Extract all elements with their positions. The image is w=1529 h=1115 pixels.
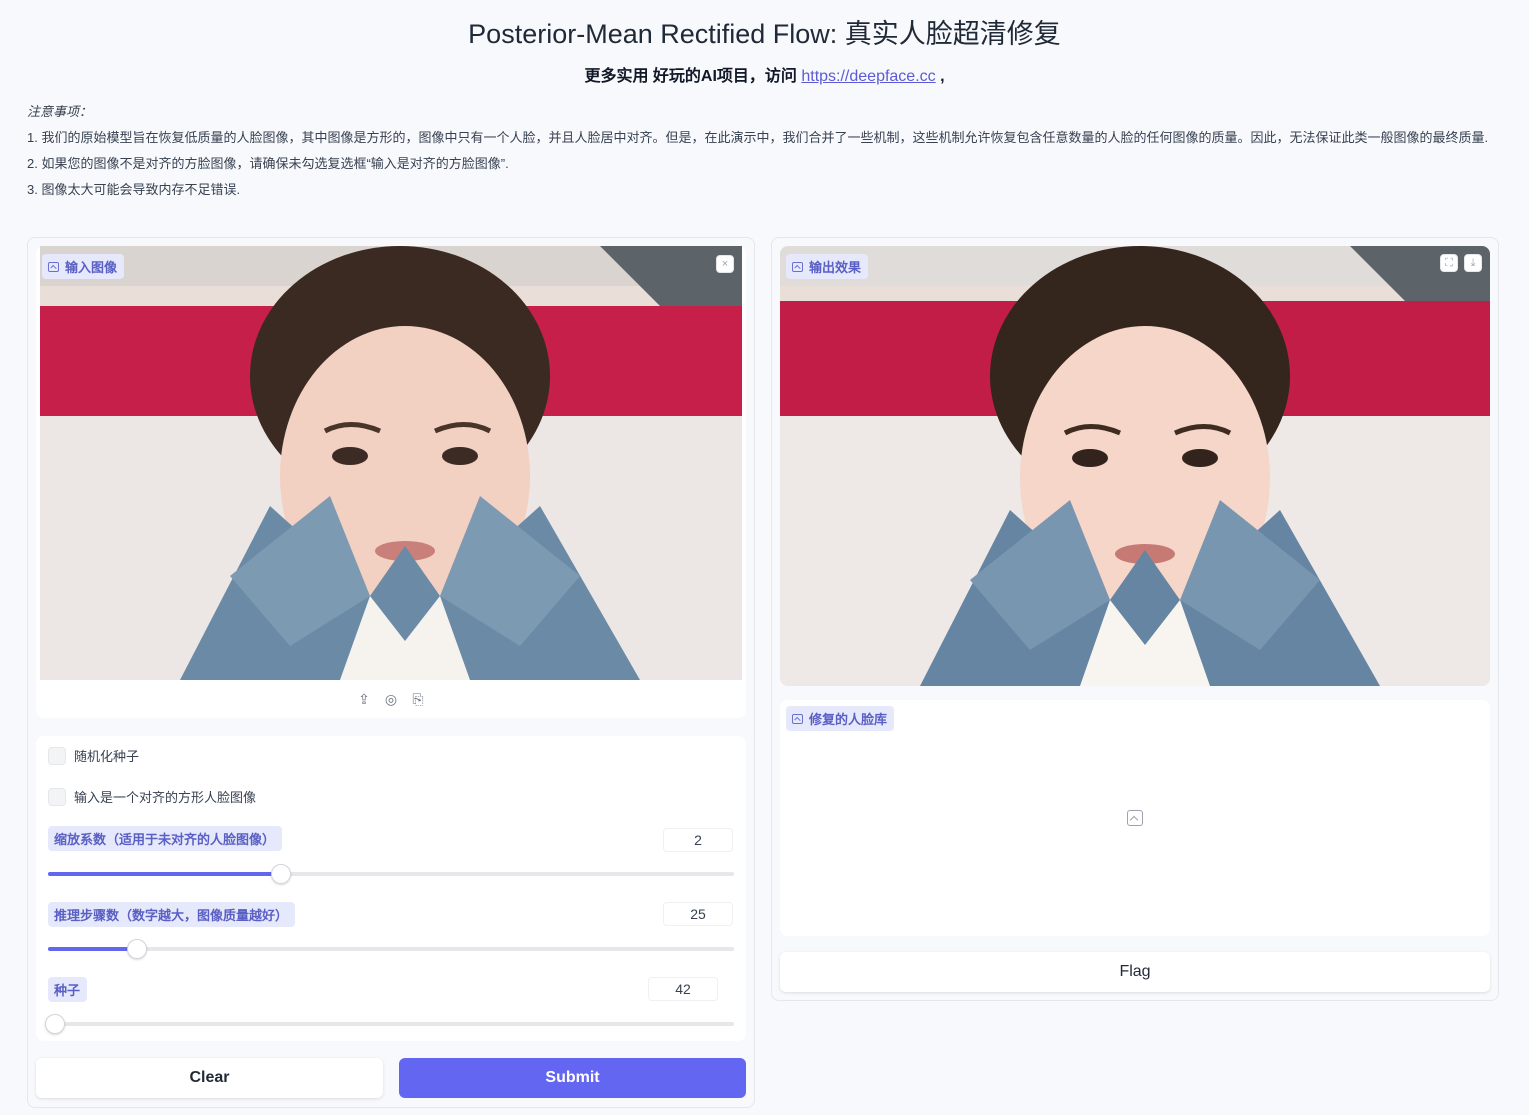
note-item: 1. 我们的原始模型旨在恢复低质量的人脸图像，其中图像是方形的，图像中只有一个人…	[27, 130, 1489, 145]
inference-steps-label: 推理步骤数（数字越大，图像质量越好）	[48, 902, 296, 927]
randomize-seed-checkbox-row[interactable]: 随机化种子	[48, 746, 139, 765]
upload-icon[interactable]: ⇪	[356, 691, 372, 707]
randomize-seed-checkbox[interactable]	[48, 746, 66, 765]
input-image-label-text: 输入图像	[65, 260, 118, 275]
note-item: 2. 如果您的图像不是对齐的方脸图像，请确保未勾选复选框“输入是对齐的方脸图像”…	[27, 156, 509, 171]
page-subtitle: 更多实用 好玩的AI项目，访问 https://deepface.cc ,	[0, 62, 1529, 86]
output-photo	[780, 246, 1490, 686]
input-panel: × 输入图像 ⇪ ◎ ⎘ 随机化种子 输入是一个对齐的方形人脸图像 缩放系数（适…	[27, 237, 755, 1108]
slider-fill	[48, 947, 138, 951]
placeholder-mountain	[1129, 815, 1139, 825]
slider-thumb[interactable]	[44, 1014, 65, 1034]
input-image-card[interactable]: × 输入图像 ⇪ ◎ ⎘	[36, 246, 746, 718]
image-icon	[792, 261, 803, 272]
deepface-link[interactable]: https://deepface.cc	[801, 68, 935, 85]
gallery-placeholder-icon	[1127, 810, 1143, 826]
flag-button[interactable]: Flag	[780, 952, 1490, 992]
input-image-label: 输入图像	[42, 254, 125, 279]
inference-steps-input[interactable]: 25	[663, 902, 733, 926]
seed-label: 种子	[48, 977, 88, 1002]
seed-slider[interactable]	[44, 1014, 734, 1034]
output-image-card: 输出效果 ⛶ ⤓	[780, 246, 1490, 686]
randomize-seed-label: 随机化种子	[74, 749, 140, 764]
webcam-icon[interactable]: ◎	[383, 691, 399, 707]
aligned-face-label: 输入是一个对齐的方形人脸图像	[74, 790, 257, 805]
inference-steps-label-text: 推理步骤数（数字越大，图像质量越好）	[54, 908, 289, 923]
controls-card: 随机化种子 输入是一个对齐的方形人脸图像 缩放系数（适用于未对齐的人脸图像） 2…	[36, 736, 746, 1041]
slider-thumb[interactable]	[271, 864, 292, 884]
aligned-face-checkbox[interactable]	[48, 787, 66, 806]
slider-fill	[48, 872, 282, 876]
clear-button[interactable]: Clear	[36, 1058, 383, 1098]
scale-factor-label: 缩放系数（适用于未对齐的人脸图像）	[48, 826, 283, 851]
gallery-card: 修复的人脸库	[780, 700, 1490, 936]
notes-heading: 注意事项：	[27, 104, 93, 119]
slider-thumb[interactable]	[127, 939, 148, 959]
output-image-label-text: 输出效果	[809, 260, 862, 275]
image-icon	[48, 261, 59, 272]
portrait-photo-output	[780, 246, 1490, 686]
download-icon[interactable]: ⤓	[1464, 254, 1482, 272]
aligned-face-checkbox-row[interactable]: 输入是一个对齐的方形人脸图像	[48, 787, 256, 806]
output-image-label: 输出效果	[786, 254, 869, 279]
image-icon	[792, 713, 803, 724]
scale-factor-label-text: 缩放系数（适用于未对齐的人脸图像）	[54, 832, 276, 847]
submit-button[interactable]: Submit	[399, 1058, 746, 1098]
close-icon[interactable]: ×	[716, 255, 734, 273]
inference-steps-slider[interactable]	[48, 939, 734, 959]
gallery-label: 修复的人脸库	[786, 706, 895, 731]
portrait-photo-input	[40, 246, 742, 680]
notes-section: 注意事项： 1. 我们的原始模型旨在恢复低质量的人脸图像，其中图像是方形的，图像…	[27, 102, 1497, 206]
subtitle-text: 更多实用 好玩的AI项目，访问	[584, 68, 802, 85]
scale-factor-input[interactable]: 2	[663, 828, 733, 852]
input-photo	[40, 246, 742, 680]
output-panel: 输出效果 ⛶ ⤓ 修复的人脸库 Flag	[771, 237, 1499, 1001]
gallery-label-text: 修复的人脸库	[809, 712, 888, 727]
note-item: 3. 图像太大可能会导致内存不足错误.	[27, 182, 241, 197]
clipboard-icon[interactable]: ⎘	[410, 691, 426, 707]
fullscreen-icon[interactable]: ⛶	[1440, 254, 1458, 272]
seed-label-text: 种子	[54, 983, 81, 998]
scale-factor-slider[interactable]	[48, 864, 734, 884]
page-title: Posterior-Mean Rectified Flow: 真实人脸超清修复	[468, 19, 1061, 49]
subtitle-suffix: ,	[935, 68, 945, 85]
seed-input[interactable]: 42	[648, 977, 718, 1001]
